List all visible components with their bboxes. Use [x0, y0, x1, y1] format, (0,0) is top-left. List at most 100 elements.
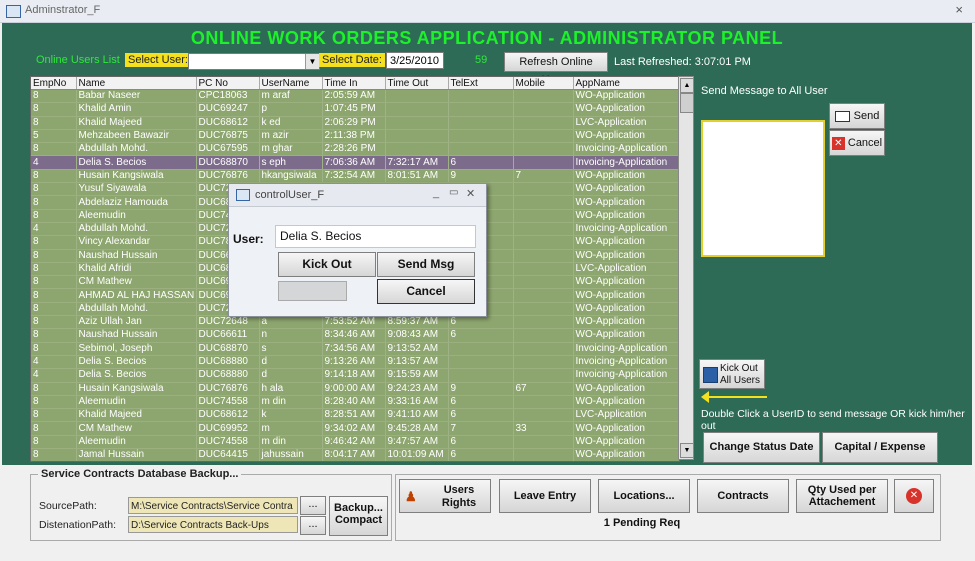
- table-cell[interactable]: [513, 355, 574, 370]
- dialog-close-icon[interactable]: ✕: [466, 187, 475, 200]
- table-cell[interactable]: m din: [259, 435, 323, 450]
- table-row[interactable]: 8 CM Mathew DUC69952 m 9:34:02 AM 9:45:28 AM 7…: [31, 421, 679, 436]
- table-cell[interactable]: Khalid Amin: [76, 102, 197, 117]
- table-cell[interactable]: DUC72648: [196, 315, 260, 330]
- grid-column-header[interactable]: PC No: [196, 77, 260, 90]
- grid-column-header[interactable]: Time Out: [385, 77, 449, 90]
- table-cell[interactable]: [513, 102, 574, 117]
- table-cell[interactable]: CM Mathew: [76, 275, 197, 290]
- qty-used-button[interactable]: Qty Used per Attachement: [796, 479, 888, 513]
- table-cell[interactable]: h ala: [259, 382, 323, 396]
- grid-column-header[interactable]: Name: [76, 77, 197, 90]
- change-status-date-button[interactable]: Change Status Date: [703, 432, 820, 463]
- table-row[interactable]: 8 Babar Naseer CPC18063 m araf 2:05:59 AM WO-…: [31, 89, 679, 104]
- table-cell[interactable]: DUC68870: [196, 342, 260, 356]
- grid-column-header[interactable]: Time In: [322, 77, 386, 90]
- table-cell[interactable]: m araf: [259, 89, 323, 104]
- table-cell[interactable]: 9: [448, 169, 514, 184]
- table-cell[interactable]: WO-Application: [573, 448, 679, 461]
- table-cell[interactable]: 8:28:40 AM: [322, 395, 386, 410]
- table-cell[interactable]: m ghar: [259, 142, 323, 157]
- table-cell[interactable]: [385, 89, 449, 104]
- table-cell[interactable]: 7: [513, 169, 574, 184]
- table-cell[interactable]: [513, 395, 574, 410]
- table-cell[interactable]: [448, 342, 514, 356]
- message-textarea[interactable]: [701, 120, 825, 257]
- table-cell[interactable]: [385, 102, 449, 117]
- table-cell[interactable]: [448, 355, 514, 370]
- table-row[interactable]: 8 Sebimol, Joseph DUC68870 s 7:34:56 AM 9:13:…: [31, 342, 679, 356]
- table-cell[interactable]: 8: [31, 342, 77, 356]
- table-cell[interactable]: 7:34:56 AM: [322, 342, 386, 356]
- table-cell[interactable]: DUC68612: [196, 116, 260, 130]
- table-cell[interactable]: Sebimol, Joseph: [76, 342, 197, 356]
- table-cell[interactable]: 9:14:18 AM: [322, 368, 386, 383]
- table-row[interactable]: 8 Khalid Majeed DUC68612 k 8:28:51 AM 9:41:10…: [31, 408, 679, 423]
- grid-vertical-scrollbar[interactable]: ▲ ▼: [678, 76, 694, 460]
- cancel-message-button[interactable]: ✕ Cancel: [829, 130, 885, 156]
- table-cell[interactable]: [448, 102, 514, 117]
- table-cell[interactable]: WO-Application: [573, 129, 679, 144]
- table-row[interactable]: 8 Aleemudin DUC74558 m din 9:46:42 AM 9:47:57…: [31, 435, 679, 450]
- table-cell[interactable]: 4: [31, 222, 77, 237]
- table-cell[interactable]: 9: [448, 382, 514, 396]
- dropdown-arrow-icon[interactable]: ▼: [305, 54, 319, 69]
- table-cell[interactable]: jahussain: [259, 448, 323, 461]
- table-cell[interactable]: 8: [31, 169, 77, 184]
- table-cell[interactable]: Invoicing-Application: [573, 155, 679, 170]
- table-cell[interactable]: [513, 288, 574, 303]
- backup-compact-button[interactable]: Backup... Compact: [329, 496, 388, 536]
- table-cell[interactable]: 8:01:51 AM: [385, 169, 449, 184]
- table-cell[interactable]: 9:08:43 AM: [385, 328, 449, 343]
- table-cell[interactable]: WO-Application: [573, 395, 679, 410]
- table-cell[interactable]: 8: [31, 328, 77, 343]
- table-cell[interactable]: 5: [31, 129, 77, 144]
- table-cell[interactable]: WO-Application: [573, 435, 679, 450]
- table-row[interactable]: 8 Jamal Hussain DUC64415 jahussain 8:04:17 A…: [31, 448, 679, 461]
- close-icon[interactable]: ×: [955, 2, 963, 17]
- destination-browse-button[interactable]: ...: [300, 516, 326, 535]
- table-cell[interactable]: Jamal Hussain: [76, 448, 197, 461]
- table-cell[interactable]: 8: [31, 249, 77, 263]
- table-cell[interactable]: Invoicing-Application: [573, 342, 679, 356]
- capital-expense-button[interactable]: Capital / Expense: [822, 432, 938, 463]
- table-cell[interactable]: 4: [31, 368, 77, 383]
- table-cell[interactable]: Husain Kangsiwala: [76, 169, 197, 184]
- table-cell[interactable]: Delia S. Becios: [76, 355, 197, 370]
- table-cell[interactable]: [513, 315, 574, 330]
- table-cell[interactable]: 8: [31, 195, 77, 210]
- table-cell[interactable]: 2:28:26 PM: [322, 142, 386, 157]
- table-cell[interactable]: k: [259, 408, 323, 423]
- table-cell[interactable]: [513, 328, 574, 343]
- scroll-thumb[interactable]: [680, 93, 694, 113]
- table-cell[interactable]: [513, 155, 574, 170]
- table-cell[interactable]: 2:11:38 PM: [322, 129, 386, 144]
- table-cell[interactable]: [513, 235, 574, 250]
- table-cell[interactable]: 33: [513, 421, 574, 436]
- table-cell[interactable]: s: [259, 342, 323, 356]
- contracts-button[interactable]: Contracts: [697, 479, 789, 513]
- table-cell[interactable]: 6: [448, 328, 514, 343]
- table-cell[interactable]: Invoicing-Application: [573, 142, 679, 157]
- table-cell[interactable]: 6: [448, 395, 514, 410]
- table-cell[interactable]: Naushad Hussain: [76, 249, 197, 263]
- table-cell[interactable]: 8: [31, 448, 77, 461]
- table-cell[interactable]: 9:33:16 AM: [385, 395, 449, 410]
- table-cell[interactable]: [513, 302, 574, 317]
- table-cell[interactable]: m din: [259, 395, 323, 410]
- refresh-online-users-button[interactable]: Refresh Online Users: [504, 52, 608, 86]
- select-date-input[interactable]: 3/25/2010: [386, 52, 444, 69]
- table-cell[interactable]: n: [259, 328, 323, 343]
- table-cell[interactable]: Delia S. Becios: [76, 368, 197, 383]
- table-cell[interactable]: DUC64415: [196, 448, 260, 461]
- table-row[interactable]: 8 Husain Kangsiwala DUC76876 hkangsiwala 7:3…: [31, 169, 679, 184]
- table-cell[interactable]: WO-Application: [573, 382, 679, 396]
- table-cell[interactable]: Abdullah Mohd.: [76, 302, 197, 317]
- table-cell[interactable]: 9:46:42 AM: [322, 435, 386, 450]
- table-cell[interactable]: [513, 249, 574, 263]
- send-msg-button[interactable]: Send Msg: [377, 252, 475, 277]
- table-cell[interactable]: DUC66611: [196, 328, 260, 343]
- table-cell[interactable]: Aleemudin: [76, 435, 197, 450]
- table-cell[interactable]: s eph: [259, 155, 323, 170]
- table-cell[interactable]: DUC74558: [196, 435, 260, 450]
